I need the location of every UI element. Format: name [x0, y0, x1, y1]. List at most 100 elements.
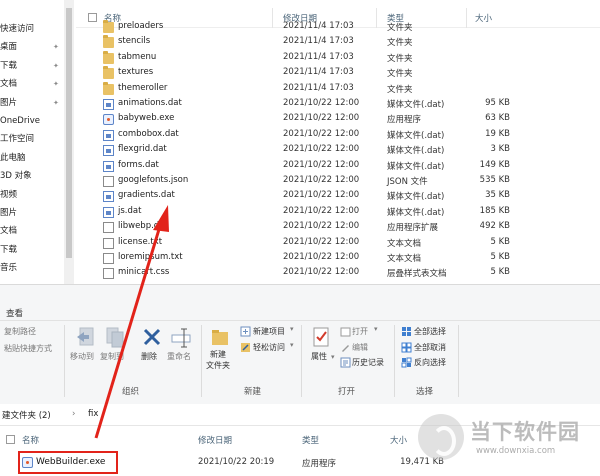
- file-name[interactable]: preloaders: [118, 21, 163, 31]
- file-size: 3 KB: [490, 144, 510, 155]
- file-name[interactable]: babyweb.exe: [118, 113, 174, 123]
- table-row[interactable]: stencils 2021/11/4 17:03 文件夹: [76, 35, 600, 50]
- file-name[interactable]: minicart.css: [118, 267, 169, 277]
- sidebar-item[interactable]: 视频: [0, 188, 17, 202]
- breadcrumb-current-folder[interactable]: fix: [88, 409, 98, 419]
- ribbon: 查看 复制路径 粘贴快捷方式 移动到 复制到 删除 重命名 组织 新建 文件夹 …: [0, 284, 600, 404]
- sidebar-item[interactable]: 此电脑: [0, 151, 26, 165]
- chevron-down-icon[interactable]: ▾: [290, 341, 294, 349]
- sidebar-item[interactable]: 音乐: [0, 261, 17, 275]
- chevron-down-icon[interactable]: ▾: [290, 325, 294, 333]
- chevron-down-icon[interactable]: ▾: [331, 353, 335, 361]
- table-row[interactable]: tabmenu 2021/11/4 17:03 文件夹: [76, 50, 600, 66]
- open-button[interactable]: 打开: [352, 326, 368, 337]
- sidebar-item[interactable]: 下载 ✦: [0, 59, 59, 73]
- table-row[interactable]: loremipsum.txt 2021/10/22 12:00 文本文档 5 KB: [76, 251, 600, 266]
- copy-path-button[interactable]: 复制路径: [4, 326, 36, 337]
- sidebar-item[interactable]: 文档 ✦: [0, 77, 59, 91]
- file-size: 535 KB: [479, 175, 510, 185]
- document-file-icon: [103, 268, 114, 280]
- chevron-down-icon[interactable]: ▾: [374, 325, 378, 333]
- column-header-name[interactable]: 名称: [22, 434, 39, 446]
- exe-file-icon: [103, 114, 114, 126]
- sidebar-item[interactable]: 3D 对象: [0, 169, 32, 183]
- properties-button[interactable]: 属性: [311, 351, 327, 362]
- file-name[interactable]: animations.dat: [118, 98, 182, 108]
- table-row[interactable]: babyweb.exe 2021/10/22 12:00 应用程序 63 KB: [76, 112, 600, 127]
- copy-to-button[interactable]: 复制到: [100, 351, 124, 362]
- watermark-logo-icon: [418, 414, 464, 460]
- delete-button[interactable]: 删除: [141, 351, 157, 362]
- document-file-icon: [103, 176, 114, 187]
- table-row[interactable]: gradients.dat 2021/10/22 12:00 媒体文件(.dat) 3…: [76, 189, 600, 204]
- table-row[interactable]: combobox.dat 2021/10/22 12:00 媒体文件(.dat) 19…: [76, 128, 600, 143]
- new-folder-label-line2[interactable]: 文件夹: [206, 360, 230, 371]
- table-row[interactable]: googlefonts.json 2021/10/22 12:00 JSON 文件 5…: [76, 174, 600, 189]
- table-row[interactable]: animations.dat 2021/10/22 12:00 媒体文件(.dat)…: [76, 97, 600, 112]
- file-name[interactable]: license.txt: [118, 237, 162, 247]
- select-all-button[interactable]: 全部选择: [414, 326, 446, 337]
- file-name[interactable]: js.dat: [118, 206, 141, 216]
- sidebar-item[interactable]: 下载: [0, 243, 17, 257]
- table-row[interactable]: minicart.css 2021/10/22 12:00 层叠样式表文档 5 KB: [76, 266, 600, 281]
- history-button[interactable]: 历史记录: [352, 357, 384, 368]
- new-item-button[interactable]: 新建项目: [253, 326, 285, 337]
- nav-pane-scrollbar[interactable]: [64, 0, 74, 284]
- file-name[interactable]: gradients.dat: [118, 190, 175, 200]
- sidebar-item-label: 视频: [0, 189, 18, 200]
- invert-selection-button[interactable]: 反向选择: [414, 357, 446, 368]
- file-name[interactable]: libwebp.dll: [118, 221, 164, 231]
- pin-icon[interactable]: ✦: [53, 96, 59, 110]
- folder-icon: [103, 81, 114, 95]
- sidebar-item[interactable]: 快速访问: [0, 22, 34, 36]
- pin-icon[interactable]: ✦: [53, 40, 59, 54]
- file-type: 文件夹: [387, 69, 413, 80]
- file-name[interactable]: themeroller: [118, 83, 167, 93]
- table-row[interactable]: js.dat 2021/10/22 12:00 媒体文件(.dat) 185 KB: [76, 205, 600, 220]
- sidebar-item[interactable]: 文档: [0, 224, 17, 238]
- table-row[interactable]: preloaders 2021/11/4 17:03 文件夹: [76, 20, 600, 35]
- table-row[interactable]: themeroller 2021/11/4 17:03 文件夹: [76, 81, 600, 97]
- table-row[interactable]: license.txt 2021/10/22 12:00 文本文档 5 KB: [76, 236, 600, 251]
- paste-shortcut-button[interactable]: 粘贴快捷方式: [4, 343, 52, 354]
- new-folder-label-line1[interactable]: 新建: [210, 349, 226, 360]
- breadcrumb-separator-icon[interactable]: ›: [72, 409, 75, 419]
- file-date: 2021/10/22 12:00: [283, 252, 360, 262]
- pin-icon[interactable]: ✦: [53, 59, 59, 73]
- file-name[interactable]: textures: [118, 67, 153, 77]
- tab-view[interactable]: 查看: [6, 307, 23, 319]
- table-row[interactable]: flexgrid.dat 2021/10/22 12:00 媒体文件(.dat) 3 …: [76, 143, 600, 158]
- sidebar-item[interactable]: OneDrive: [0, 114, 40, 128]
- file-name[interactable]: stencils: [118, 36, 150, 46]
- breadcrumb-parent-folder[interactable]: 建文件夹 (2): [2, 409, 51, 421]
- edit-button[interactable]: 编辑: [352, 342, 368, 353]
- file-name[interactable]: loremipsum.txt: [118, 252, 183, 262]
- sidebar-item[interactable]: 图片 ✦: [0, 96, 59, 110]
- file-name[interactable]: googlefonts.json: [118, 175, 188, 185]
- rename-button[interactable]: 重命名: [167, 351, 191, 362]
- column-header-size[interactable]: 大小: [390, 434, 407, 446]
- file-date: 2021/10/22 12:00: [283, 205, 360, 216]
- table-row[interactable]: forms.dat 2021/10/22 12:00 媒体文件(.dat) 149 K…: [76, 159, 600, 174]
- sidebar-item[interactable]: 图片: [0, 206, 17, 220]
- move-to-icon: [77, 327, 94, 346]
- table-row[interactable]: textures 2021/11/4 17:03 文件夹: [76, 66, 600, 81]
- column-header-type[interactable]: 类型: [302, 434, 319, 446]
- column-header-date[interactable]: 修改日期: [198, 434, 232, 446]
- table-row[interactable]: libwebp.dll 2021/10/22 12:00 应用程序扩展 492 KB: [76, 220, 600, 235]
- pin-icon[interactable]: ✦: [53, 77, 59, 91]
- scrollbar-thumb[interactable]: [66, 8, 72, 258]
- sidebar-item[interactable]: 工作空间: [0, 132, 34, 146]
- sidebar-item[interactable]: 桌面 ✦: [0, 40, 59, 54]
- file-name[interactable]: flexgrid.dat: [118, 144, 167, 154]
- file-name[interactable]: forms.dat: [118, 160, 159, 170]
- rename-icon: [171, 328, 191, 348]
- edit-icon: [342, 345, 349, 352]
- document-file-icon: [103, 253, 114, 264]
- select-all-checkbox[interactable]: [6, 435, 15, 444]
- easy-access-button[interactable]: 轻松访问: [253, 342, 285, 353]
- file-name[interactable]: tabmenu: [118, 52, 156, 62]
- file-name[interactable]: combobox.dat: [118, 129, 179, 139]
- select-none-button[interactable]: 全部取消: [414, 342, 446, 353]
- move-to-button[interactable]: 移动到: [70, 351, 94, 362]
